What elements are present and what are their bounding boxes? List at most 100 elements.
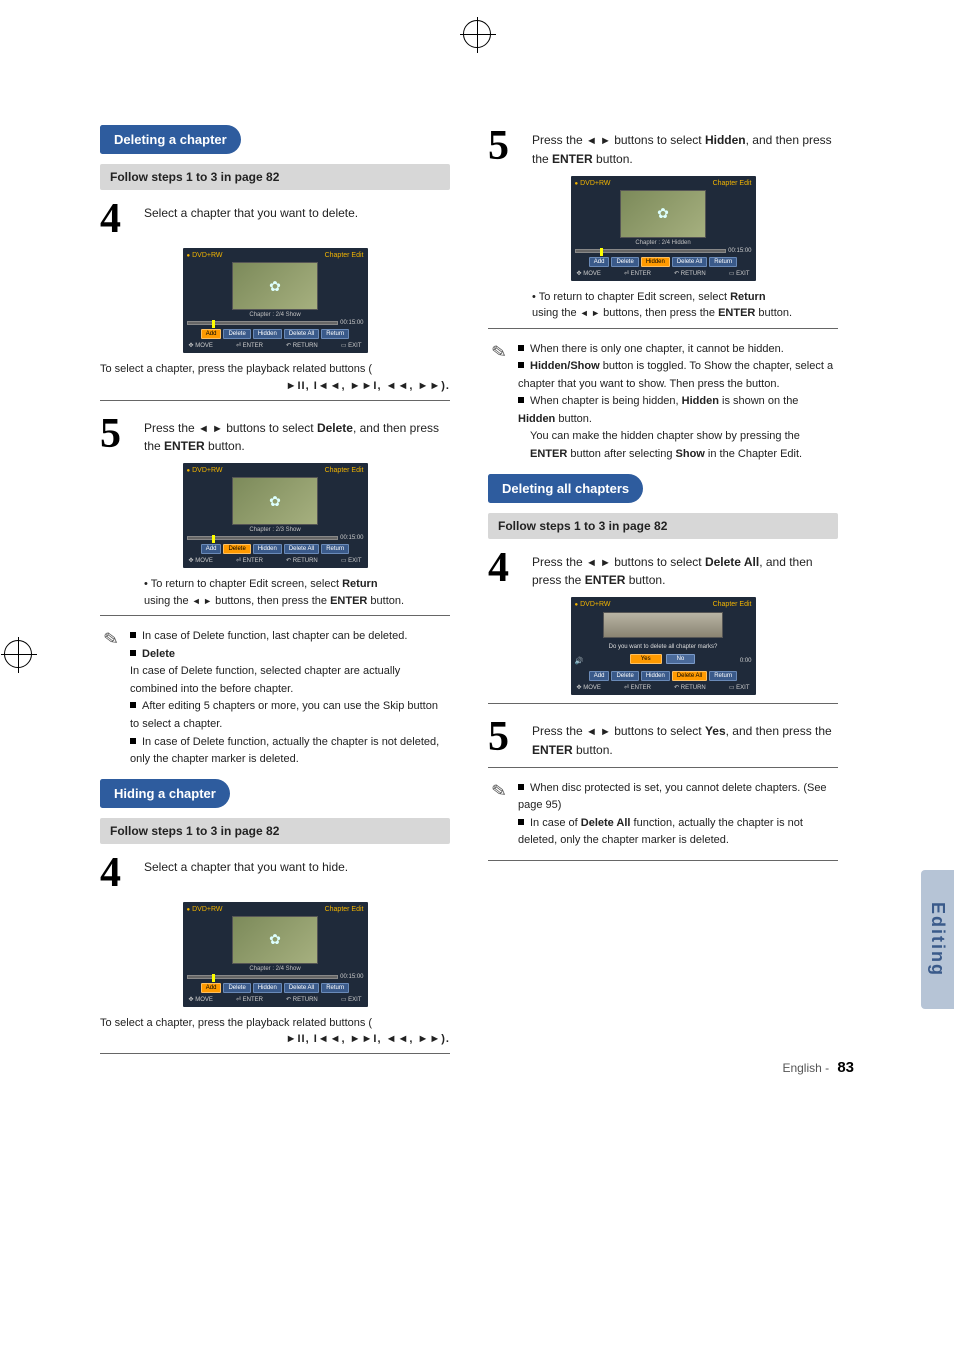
note-box-deleting: ✎ In case of Delete function, last chapt…	[100, 628, 450, 769]
osd-header: Chapter Edit	[325, 467, 364, 474]
osd-footer: ✥ MOVE ⏎ ENTER ↶ RETURN ▭ EXIT	[187, 342, 364, 349]
osd-footer-move: MOVE	[195, 343, 213, 349]
osd-disc-label: DVD+RW	[187, 467, 223, 474]
divider	[100, 615, 450, 616]
osd-btn-delete: Delete	[223, 329, 250, 339]
note-item-bold: Delete	[142, 648, 175, 660]
osd-dialog-thumbnail	[603, 612, 723, 638]
follow-steps-3: Follow steps 1 to 3 in page 82	[488, 513, 838, 539]
note-box-hiding: ✎ When there is only one chapter, it can…	[488, 341, 838, 464]
osd-button-row: Add Delete Hidden Delete All Return	[187, 544, 364, 554]
osd-footer-return: RETURN	[681, 685, 706, 691]
step-4-deleting: 4 Select a chapter that you want to dele…	[100, 198, 450, 240]
speaker-icon: 🔊	[575, 657, 584, 665]
osd-btn-add: Add	[589, 257, 610, 267]
play-note: To select a chapter, press the playback …	[100, 361, 450, 378]
osd-dialog-yes: Yes	[630, 654, 662, 664]
osd-chapter-line: Chapter : 2/3 Show	[187, 527, 364, 533]
osd-thumbnail: ✿	[232, 477, 318, 525]
section-title-hiding-chapter: Hiding a chapter	[100, 779, 230, 808]
osd-timeline-dialog: 🔊 Yes No 0:00	[575, 654, 752, 668]
step-text: Press the ◄ ► buttons to select Hidden, …	[532, 125, 838, 168]
osd-screenshot-deleting-5: DVD+RWChapter Edit ✿ Chapter : 2/3 Show …	[183, 463, 368, 568]
step-5-deleting: 5 Press the ◄ ► buttons to select Delete…	[100, 413, 450, 456]
left-column: Deleting a chapter Follow steps 1 to 3 i…	[100, 125, 450, 1066]
step-number: 4	[100, 198, 144, 240]
note-item: After editing 5 chapters or more, you ca…	[130, 700, 438, 730]
osd-timeline: 00:15:00	[187, 974, 364, 980]
osd-button-row: Add Delete Hidden Delete All Return	[575, 257, 752, 267]
osd-screenshot-hiding-5: DVD+RWChapter Edit ✿ Chapter : 2/4 Hidde…	[571, 176, 756, 281]
osd-dialog-text: Do you want to delete all chapter marks?	[575, 644, 752, 650]
follow-steps-1: Follow steps 1 to 3 in page 82	[100, 164, 450, 190]
osd-dialog-no: No	[666, 654, 696, 664]
leaf-icon: ✿	[269, 931, 281, 948]
osd-header: Chapter Edit	[713, 180, 752, 187]
osd-screenshot-hiding-4: DVD+RWChapter Edit ✿ Chapter : 2/4 Show …	[183, 902, 368, 1007]
osd-disc-label: DVD+RW	[575, 180, 611, 187]
step-number: 5	[100, 413, 144, 455]
step-text: Select a chapter that you want to hide.	[144, 852, 348, 876]
note-icon: ✎	[487, 339, 512, 364]
osd-btn-add: Add	[201, 983, 222, 993]
divider	[488, 767, 838, 768]
osd-footer-move: MOVE	[195, 558, 213, 564]
osd-btn-hidden: Hidden	[641, 257, 670, 267]
osd-footer-move: MOVE	[583, 685, 601, 691]
return-instruction: • To return to chapter Edit screen, sele…	[532, 289, 838, 322]
osd-header: Chapter Edit	[325, 906, 364, 913]
osd-btn-hidden: Hidden	[253, 983, 282, 993]
osd-footer: ✥ MOVE ⏎ ENTER ↶ RETURN ▭ EXIT	[187, 557, 364, 564]
osd-btn-add: Add	[201, 544, 222, 554]
note-item: In case of Delete function, selected cha…	[130, 665, 400, 695]
osd-chapter-line: Chapter : 2/4 Show	[187, 312, 364, 318]
osd-btn-delete: Delete	[611, 671, 638, 681]
osd-time: 00:15:00	[340, 535, 363, 541]
osd-btn-return: Return	[321, 329, 349, 339]
osd-header: Chapter Edit	[325, 252, 364, 259]
osd-footer: ✥ MOVE ⏎ ENTER ↶ RETURN ▭ EXIT	[575, 684, 752, 691]
note-item: You can make the hidden chapter show by …	[530, 430, 800, 442]
osd-btn-delete: Delete	[223, 983, 250, 993]
osd-disc-label: DVD+RW	[575, 601, 611, 608]
osd-footer-return: RETURN	[293, 558, 318, 564]
osd-btn-hidden: Hidden	[253, 544, 282, 554]
osd-footer-move: MOVE	[583, 271, 601, 277]
play-note: To select a chapter, press the playback …	[100, 1015, 450, 1032]
step-5-hiding: 5 Press the ◄ ► buttons to select Hidden…	[488, 125, 838, 168]
osd-time: 00:15:00	[728, 248, 751, 254]
step-text: Select a chapter that you want to delete…	[144, 198, 358, 222]
osd-btn-hidden: Hidden	[641, 671, 670, 681]
osd-chapter-line: Chapter : 2/4 Hidden	[575, 240, 752, 246]
osd-btn-return: Return	[709, 257, 737, 267]
note-item: When there is only one chapter, it canno…	[530, 343, 784, 355]
osd-header: Chapter Edit	[713, 601, 752, 608]
page-number: English - 83	[782, 1059, 854, 1076]
osd-btn-delete: Delete	[611, 257, 638, 267]
osd-screenshot-deleting-4: DVD+RWChapter Edit ✿ Chapter : 2/4 Show …	[183, 248, 368, 353]
divider	[100, 400, 450, 401]
osd-thumbnail: ✿	[232, 262, 318, 310]
osd-btn-delete-all: Delete All	[284, 329, 319, 339]
osd-footer-exit: EXIT	[736, 271, 749, 277]
step-number: 4	[488, 547, 532, 589]
osd-btn-return: Return	[321, 544, 349, 554]
osd-disc-label: DVD+RW	[187, 906, 223, 913]
step-text: Press the ◄ ► buttons to select Delete, …	[144, 413, 450, 456]
osd-footer-enter: ENTER	[243, 558, 263, 564]
osd-footer-enter: ENTER	[631, 271, 651, 277]
step-number: 5	[488, 125, 532, 167]
osd-btn-delete-all: Delete All	[284, 983, 319, 993]
divider	[488, 860, 838, 861]
osd-btn-delete-all: Delete All	[284, 544, 319, 554]
osd-footer-enter: ENTER	[631, 685, 651, 691]
note-item: In case of Delete function, actually the…	[130, 736, 439, 766]
osd-footer-exit: EXIT	[348, 343, 361, 349]
osd-btn-delete: Delete	[223, 544, 250, 554]
osd-time: 00:15:00	[340, 320, 363, 326]
osd-thumbnail: ✿	[232, 916, 318, 964]
osd-btn-add: Add	[201, 329, 222, 339]
osd-footer-return: RETURN	[293, 343, 318, 349]
osd-timeline: 00:15:00	[187, 320, 364, 326]
osd-button-row: Add Delete Hidden Delete All Return	[187, 329, 364, 339]
